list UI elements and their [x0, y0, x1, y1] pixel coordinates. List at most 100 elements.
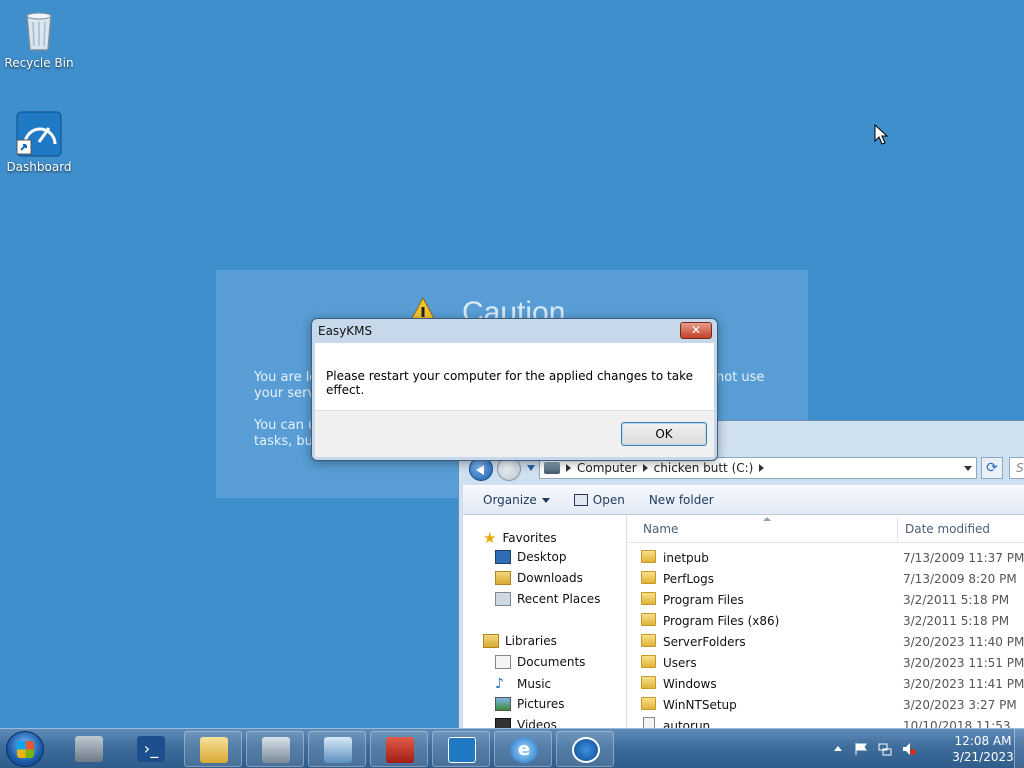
control-panel-icon [262, 737, 290, 763]
recent-pages-dropdown[interactable] [527, 465, 535, 471]
file-name: Users [663, 655, 697, 670]
file-row[interactable]: Program Files (x86) 3/2/2011 5:18 PM [641, 610, 1024, 631]
taskbar-easykms[interactable] [556, 731, 614, 767]
pictures-icon [495, 697, 511, 711]
mouse-cursor-icon [874, 124, 888, 145]
downloads-icon [495, 571, 511, 585]
show-hidden-icons-icon[interactable] [834, 746, 842, 751]
nav-music[interactable]: ♪ Music [495, 676, 551, 692]
nav-music-label: Music [517, 677, 552, 691]
caution-text-1b: not use [716, 370, 765, 385]
file-name: Windows [663, 676, 717, 691]
easykms-icon [572, 737, 600, 763]
file-row[interactable]: Windows 3/20/2023 11:41 PM [641, 673, 1024, 694]
nav-recent-places[interactable]: Recent Places [495, 592, 600, 606]
breadcrumb-drive[interactable]: chicken butt (C:) [654, 461, 754, 475]
taskbar-server-manager[interactable] [60, 731, 118, 767]
refresh-button[interactable]: ⟳ [981, 457, 1003, 479]
column-date-modified[interactable]: Date modified [903, 522, 990, 536]
breadcrumb-separator-icon[interactable] [759, 464, 765, 472]
address-dropdown-icon[interactable] [964, 466, 972, 471]
folder-icon [641, 592, 656, 605]
dialog-message: Please restart your computer for the app… [326, 369, 694, 397]
column-name[interactable]: Name [643, 522, 678, 536]
column-divider[interactable] [897, 517, 898, 541]
breadcrumb-separator-icon[interactable] [642, 464, 648, 472]
taskbar-remote-desktop[interactable] [308, 731, 366, 767]
file-date: 3/2/2011 5:18 PM [903, 613, 1010, 628]
file-row[interactable]: ServerFolders 3/20/2023 11:40 PM [641, 631, 1024, 652]
new-folder-label: New folder [648, 493, 714, 507]
file-row[interactable]: Program Files 3/2/2011 5:18 PM [641, 589, 1024, 610]
caution-text-1c: your serv [254, 386, 316, 401]
nav-documents-label: Documents [517, 655, 586, 669]
file-list: Name Date modified inetpub 7/13/2009 11:3… [627, 515, 1024, 739]
nav-desktop[interactable]: Desktop [495, 550, 567, 564]
taskbar-file-explorer[interactable] [184, 731, 242, 767]
folder-icon [641, 676, 656, 689]
show-desktop-button[interactable] [1014, 729, 1024, 768]
file-name: PerfLogs [663, 571, 715, 586]
folder-icon [641, 550, 656, 563]
file-name: ServerFolders [663, 634, 746, 649]
nav-documents[interactable]: Documents [495, 655, 585, 669]
nav-libraries-label: Libraries [505, 634, 557, 648]
new-folder-button[interactable]: New folder [649, 493, 714, 507]
folder-icon [641, 613, 656, 626]
taskbar-powershell[interactable]: ›_ [122, 731, 180, 767]
file-explorer-icon [200, 737, 228, 763]
star-icon: ★ [483, 529, 497, 547]
ok-button[interactable]: OK [621, 422, 707, 446]
dashboard-icon [15, 110, 63, 158]
volume-muted-icon[interactable] [902, 742, 916, 756]
open-icon [573, 494, 588, 506]
recycle-bin-icon [15, 6, 63, 54]
file-name: inetpub [663, 550, 709, 565]
file-row[interactable]: PerfLogs 7/13/2009 8:20 PM [641, 568, 1024, 589]
taskbar-internet-explorer[interactable]: e [494, 731, 552, 767]
file-date: 7/13/2009 8:20 PM [903, 571, 1017, 586]
taskbar-dashboard[interactable] [432, 731, 490, 767]
search-input[interactable]: Se [1009, 457, 1024, 479]
system-tray: 12:08 AM 3/21/2023 [834, 729, 1024, 768]
caution-text-2b: tasks, but [254, 434, 318, 449]
file-name: Program Files [663, 592, 744, 607]
breadcrumb-separator-icon[interactable] [566, 464, 571, 472]
dialog-body: Please restart your computer for the app… [315, 343, 714, 410]
file-date: 3/20/2023 11:40 PM [903, 634, 1024, 649]
nav-favorites[interactable]: ★ Favorites [483, 529, 557, 547]
folder-icon [641, 655, 656, 668]
taskbar-control-panel[interactable] [246, 731, 304, 767]
recycle-bin-desktop-icon[interactable]: Recycle Bin [0, 6, 78, 70]
caution-text-1a: You are lo [254, 370, 318, 385]
breadcrumb-computer[interactable]: Computer [577, 461, 637, 475]
action-center-flag-icon[interactable] [854, 742, 868, 756]
recent-places-icon [495, 592, 511, 606]
explorer-window[interactable]: Computer chicken butt (C:) ⟳ Se Organize… [458, 420, 1024, 740]
libraries-icon [483, 634, 499, 648]
clock-time: 12:08 AM [954, 734, 1012, 748]
organize-button[interactable]: Organize [483, 493, 550, 507]
folder-icon [641, 571, 656, 584]
taskbar-toolbox[interactable] [370, 731, 428, 767]
file-row[interactable]: Users 3/20/2023 11:51 PM [641, 652, 1024, 673]
open-button[interactable]: Open [573, 493, 625, 507]
close-button[interactable]: ✕ [680, 322, 712, 339]
file-date: 3/20/2023 11:51 PM [903, 655, 1024, 670]
nav-recent-label: Recent Places [517, 592, 601, 606]
clock[interactable]: 12:08 AM 3/21/2023 [948, 733, 1018, 765]
nav-libraries[interactable]: Libraries [483, 634, 557, 648]
clock-date: 3/21/2023 [952, 750, 1014, 764]
nav-downloads[interactable]: Downloads [495, 571, 583, 585]
file-row[interactable]: inetpub 7/13/2009 11:37 PM [641, 547, 1024, 568]
nav-pictures[interactable]: Pictures [495, 697, 565, 711]
network-icon[interactable] [878, 742, 892, 756]
start-button[interactable] [6, 731, 44, 767]
documents-icon [495, 655, 511, 669]
file-row[interactable]: WinNTSetup 3/20/2023 3:27 PM [641, 694, 1024, 715]
column-headers: Name Date modified [627, 515, 1024, 543]
dashboard-desktop-icon[interactable]: Dashboard [0, 110, 78, 174]
file-name: Program Files (x86) [663, 613, 780, 628]
computer-icon [544, 462, 560, 474]
chevron-down-icon [541, 497, 550, 503]
